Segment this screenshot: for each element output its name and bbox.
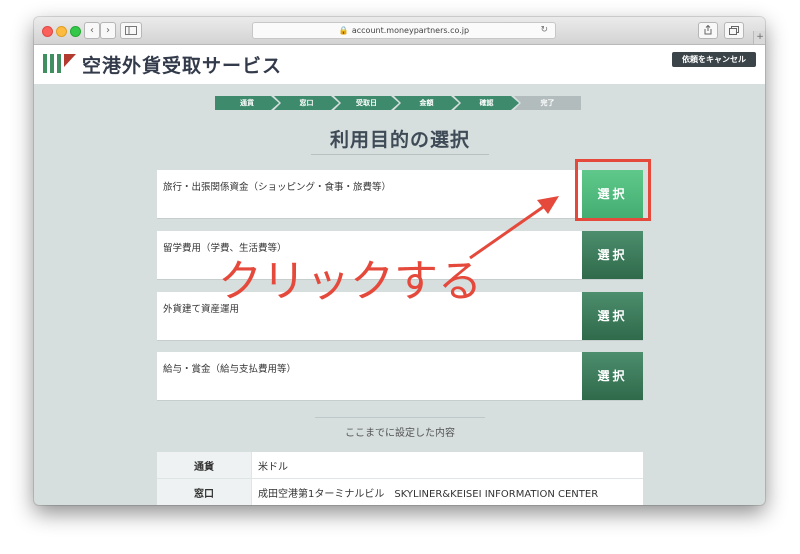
annotation-text: クリックする [218,256,482,307]
summary-value: 米ドル [251,452,643,479]
summary-key: 通貨 [157,452,252,479]
browser-window: ‹ › 🔒 account.moneypartners.co.jp ↻ + 空港外… [34,17,765,505]
summary-divider [315,417,485,418]
table-row: 通貨 米ドル [157,452,643,479]
summary-table: 通貨 米ドル 窓口 成田空港第1ターミナルビル SKYLINER&KEISEI … [157,452,643,505]
summary-value: 成田空港第1ターミナルビル SKYLINER&KEISEI INFORMATIO… [251,478,643,505]
summary-key: 窓口 [157,478,252,505]
table-row: 窓口 成田空港第1ターミナルビル SKYLINER&KEISEI INFORMA… [157,478,643,505]
summary-title: ここまでに設定した内容 [345,428,455,439]
